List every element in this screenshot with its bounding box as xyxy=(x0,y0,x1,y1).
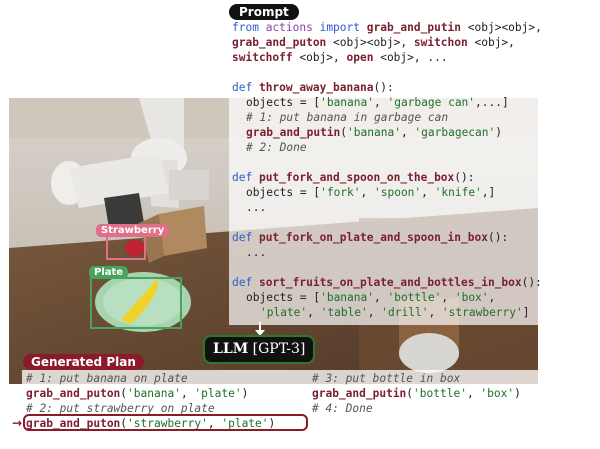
generated-plan-badge: Generated Plan xyxy=(23,354,144,370)
strawberry-bounding-box xyxy=(106,234,146,260)
code-objects-line: objects = ['banana', 'bottle', 'box', xyxy=(246,291,496,304)
current-step-arrow-icon: → xyxy=(12,416,23,430)
code-ellipsis: ... xyxy=(246,246,267,259)
plan-comment-1: # 1: put banana on plate xyxy=(26,372,188,385)
code-ellipsis: ... xyxy=(246,201,267,214)
plan-step-1: grab_and_puton('banana', 'plate') xyxy=(26,387,249,400)
plan-comment-4: # 4: Done xyxy=(312,402,373,415)
arrow-down-icon xyxy=(255,322,265,336)
code-objects-line: objects = ['banana', 'garbage can',...] xyxy=(246,96,509,109)
code-import-line-2: grab_and_puton <obj><obj>, switchon <obj… xyxy=(232,36,515,49)
code-objects-line: objects = ['fork', 'spoon', 'knife',] xyxy=(246,186,496,199)
code-call-line: grab_and_putin('banana', 'garbagecan') xyxy=(246,126,502,139)
code-import-line-1: from actions import grab_and_putin <obj>… xyxy=(232,21,542,34)
code-comment: # 2: Done xyxy=(246,141,307,154)
code-def-sort-fruits: def sort_fruits_on_plate_and_bottles_in_… xyxy=(232,276,542,289)
code-def-put-fork-and-spoon: def put_fork_and_spoon_on_the_box(): xyxy=(232,171,475,184)
code-def-put-fork-on-plate: def put_fork_on_plate_and_spoon_in_box()… xyxy=(232,231,509,244)
code-comment: # 1: put banana in garbage can xyxy=(246,111,449,124)
plan-comment-3: # 3: put bottle in box xyxy=(312,372,461,385)
code-def-throw-away-banana: def throw_away_banana(): xyxy=(232,81,394,94)
prompt-badge: Prompt xyxy=(229,4,299,20)
plate-bounding-box xyxy=(90,277,182,329)
current-step-highlight xyxy=(23,414,308,431)
plan-step-3: grab_and_putin('bottle', 'box') xyxy=(312,387,521,400)
code-objects-line-cont: 'plate', 'table', 'drill', 'strawberry'] xyxy=(260,306,530,319)
llm-badge: LLM [GPT-3] xyxy=(203,335,316,364)
plate-label: Plate xyxy=(89,266,129,279)
code-import-line-3: switchoff <obj>, open <obj>, ... xyxy=(232,51,448,64)
strawberry-label: Strawberry xyxy=(96,224,170,237)
